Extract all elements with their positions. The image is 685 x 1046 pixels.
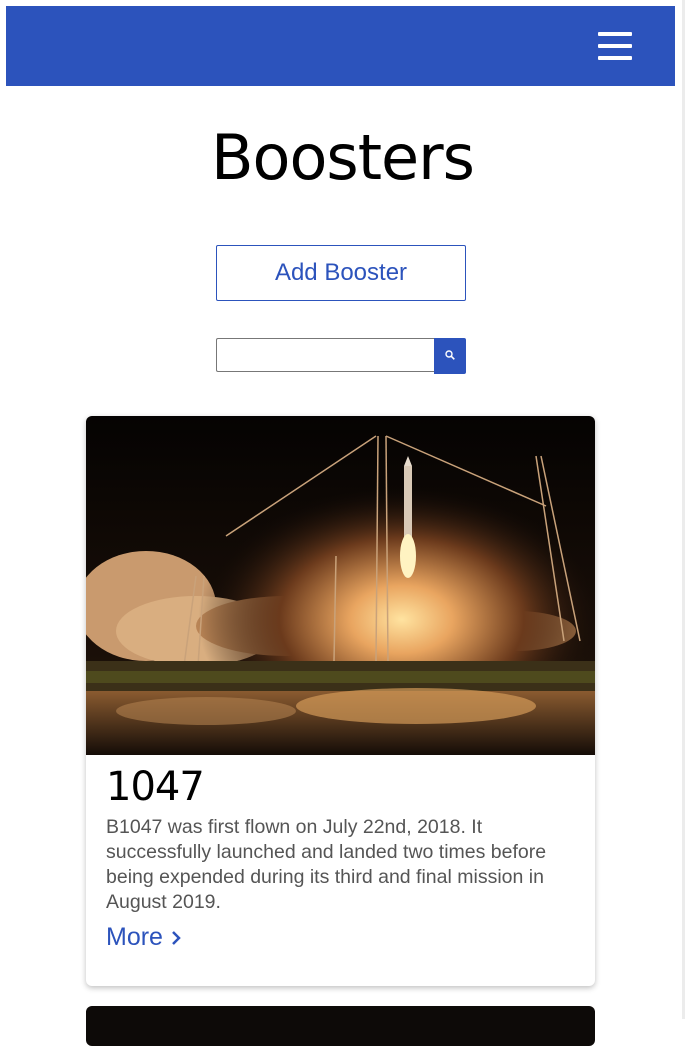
search-input[interactable] [216,338,434,372]
more-link[interactable]: More [106,923,181,952]
booster-card: 1047 B1047 was first flown on July 22nd,… [86,416,595,986]
add-booster-button[interactable]: Add Booster [216,245,466,301]
hamburger-menu-icon[interactable] [598,32,632,64]
next-booster-card[interactable] [86,1006,595,1046]
search-icon [445,350,455,360]
card-title: 1047 [106,764,205,810]
rocket-launch-image [86,416,595,755]
search-button[interactable] [434,338,466,374]
chevron-right-icon [172,930,181,945]
top-navbar [6,6,675,86]
page-title: Boosters [211,121,475,194]
more-label: More [106,923,163,951]
card-description: B1047 was first flown on July 22nd, 2018… [106,816,547,913]
